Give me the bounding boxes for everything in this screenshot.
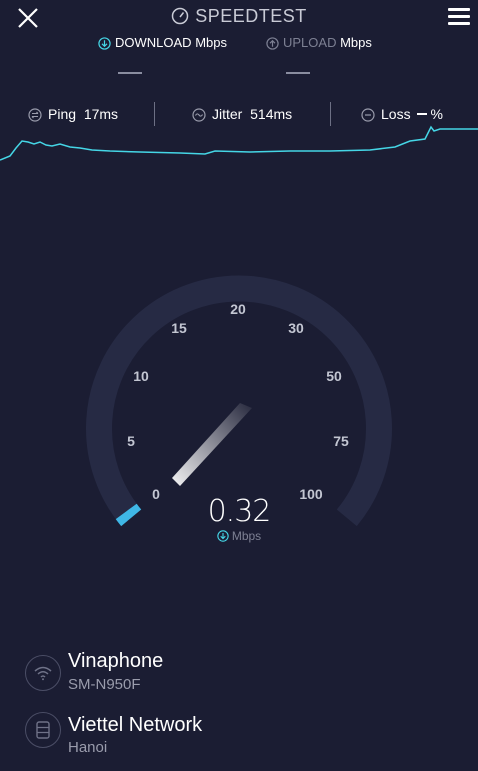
server-icon bbox=[36, 721, 50, 739]
wifi-icon bbox=[34, 666, 52, 681]
provider-icon-circle bbox=[25, 655, 61, 691]
gauge-label-10: 10 bbox=[133, 368, 149, 384]
gauge-label-30: 30 bbox=[288, 320, 304, 336]
gauge-label-0: 0 bbox=[152, 486, 160, 502]
gauge-progress bbox=[115, 503, 142, 527]
speed-readout-unit: Mbps bbox=[180, 529, 298, 543]
server-name: Viettel Network bbox=[68, 714, 203, 736]
server-icon-circle bbox=[25, 712, 61, 748]
gauge-label-50: 50 bbox=[326, 368, 342, 384]
server-info[interactable]: Viettel Network Hanoi bbox=[25, 712, 425, 764]
server-location: Hanoi bbox=[68, 739, 108, 756]
speed-readout: 0.32 bbox=[207, 494, 272, 529]
gauge-label-15: 15 bbox=[171, 320, 187, 336]
gauge-label-5: 5 bbox=[127, 433, 135, 449]
provider-device: SM-N950F bbox=[68, 676, 141, 693]
gauge-needle bbox=[172, 403, 252, 486]
gauge-label-20: 20 bbox=[230, 301, 246, 317]
provider-info[interactable]: Vinaphone SM-N950F bbox=[25, 650, 425, 699]
provider-name: Vinaphone bbox=[68, 650, 164, 672]
download-icon bbox=[217, 530, 229, 542]
gauge-label-75: 75 bbox=[333, 433, 349, 449]
speed-readout-unit-text: Mbps bbox=[231, 529, 262, 543]
gauge-track bbox=[86, 275, 392, 527]
